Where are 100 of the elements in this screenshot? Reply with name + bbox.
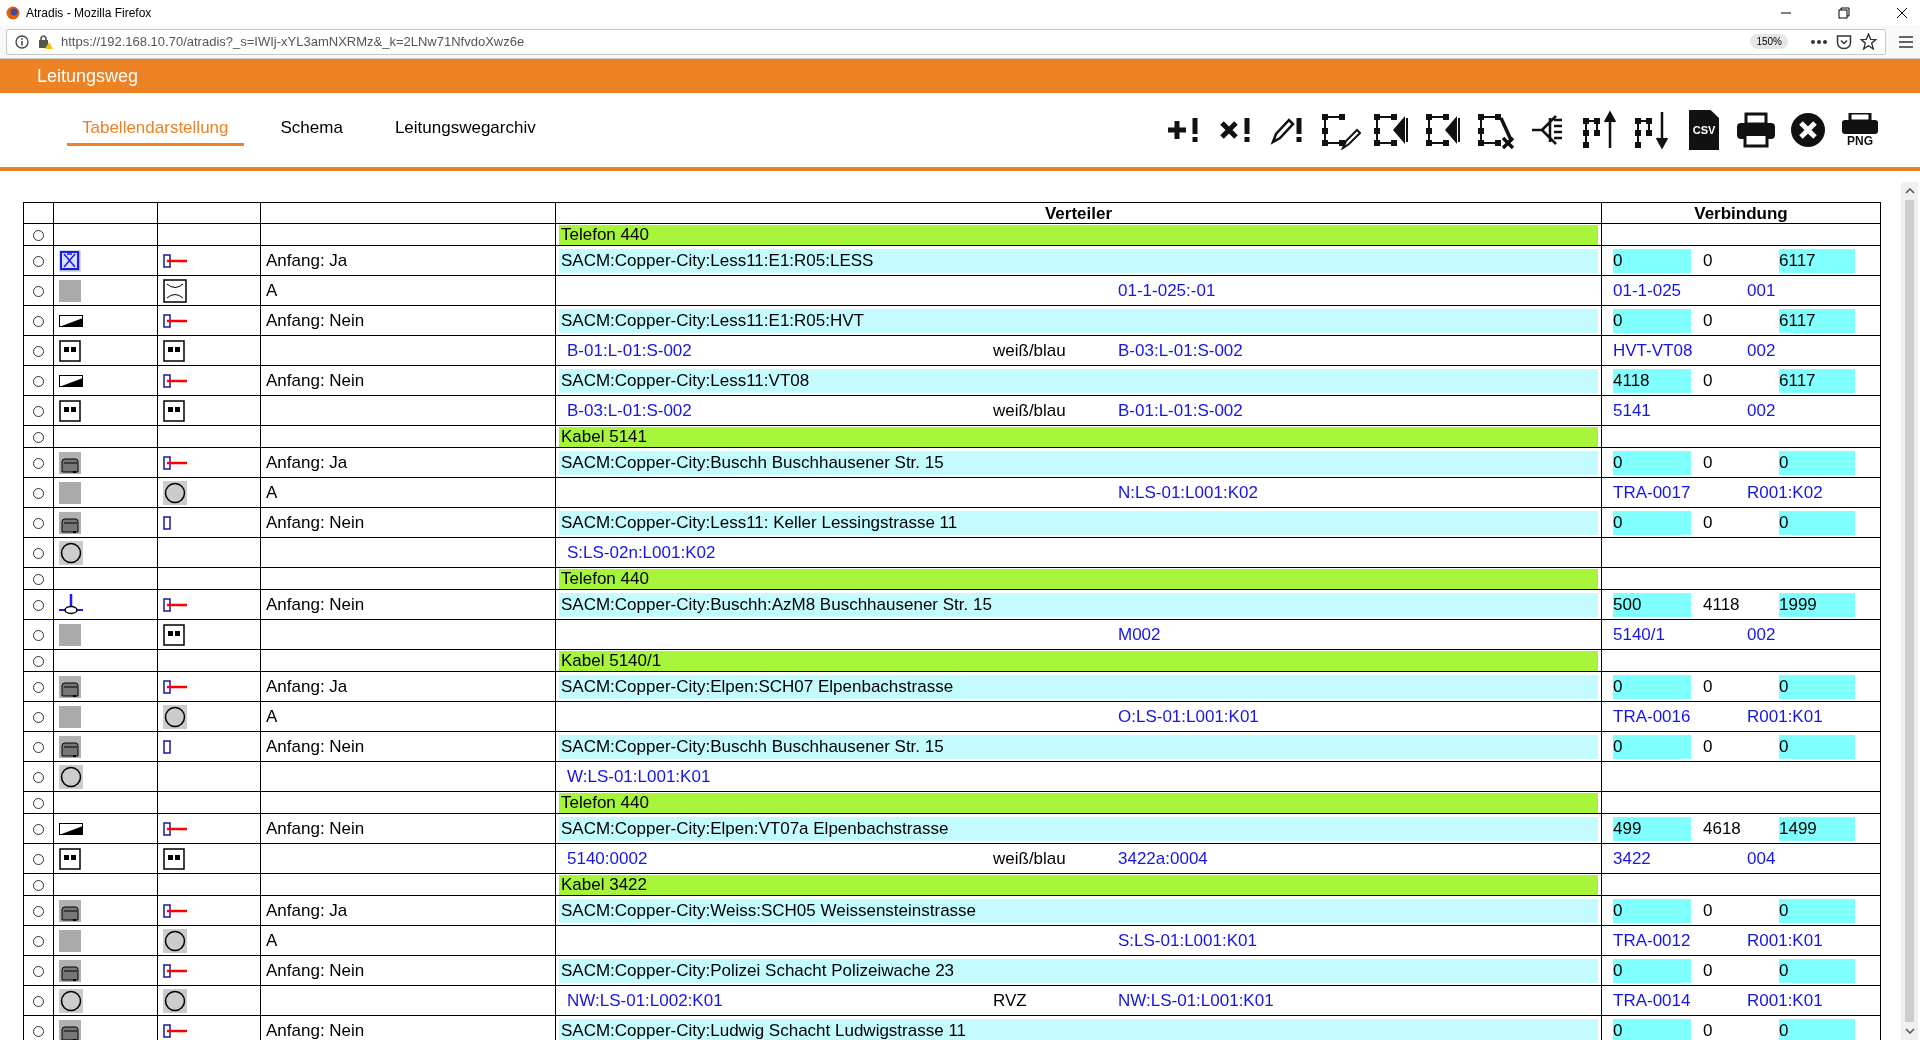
distributor-name: SACM:Copper-City:Less11: Keller Lessingstrasse 11 [559, 510, 1598, 535]
star-icon[interactable] [1860, 33, 1877, 50]
connection-value: 6117 [1779, 248, 1855, 273]
connection-link[interactable]: 5141 [1613, 400, 1747, 421]
port-link[interactable]: B-03:L-01:S-002 [567, 400, 692, 420]
blank-tile-icon [59, 279, 81, 302]
connection-value: 0 [1702, 899, 1714, 922]
close-icon [1789, 111, 1827, 149]
tab[interactable]: Leitungswegarchiv [379, 114, 551, 146]
tab[interactable]: Schema [265, 114, 358, 146]
circle-icon [59, 988, 83, 1013]
connection-link[interactable]: TRA-0016 [1613, 706, 1747, 727]
port-link[interactable]: 3422a:0004 [1118, 848, 1208, 868]
socket-icon [163, 847, 185, 870]
row-label: A [266, 280, 278, 300]
connection-link[interactable]: 001 [1747, 280, 1880, 301]
row-label: Anfang: Nein [266, 736, 365, 756]
port-link[interactable]: 5140:0002 [567, 848, 648, 868]
more-icon[interactable] [1810, 38, 1828, 45]
png-export-button[interactable]: PNG [1838, 108, 1882, 152]
connection-link[interactable]: R001:K01 [1747, 930, 1880, 951]
port-link[interactable]: B-01:L-01:S-002 [567, 340, 692, 360]
socket-icon [163, 623, 185, 646]
circle-icon [163, 988, 187, 1013]
connection-value: 500 [1613, 592, 1691, 617]
socket-icon [163, 339, 185, 362]
connection-value: 0 [1702, 451, 1714, 474]
distributor-name: SACM:Copper-City:Less11:E1:R05:LESS [559, 248, 1598, 273]
connection-link[interactable]: 01-1-025 [1613, 280, 1747, 301]
connection-value: 0 [1702, 959, 1714, 982]
connection-value: 0 [1613, 734, 1691, 759]
pocket-icon[interactable] [1836, 33, 1852, 50]
connection-link[interactable]: TRA-0014 [1613, 990, 1747, 1011]
connector-icon [163, 597, 187, 612]
port-link[interactable]: NW:LS-01:L002:K01 [567, 990, 723, 1010]
connection-value: 0 [1779, 450, 1855, 475]
connection-link[interactable]: 3422 [1613, 848, 1747, 869]
scroll-up-icon[interactable] [1904, 188, 1915, 194]
connection-value: 6117 [1779, 308, 1855, 333]
socket-icon [59, 339, 81, 362]
connection-value: 0 [1613, 450, 1691, 475]
connection-link[interactable]: R001:K01 [1747, 990, 1880, 1011]
connector-icon [163, 963, 187, 978]
port-link[interactable]: M002 [1118, 624, 1161, 644]
zoom-badge[interactable]: 150% [1750, 34, 1788, 49]
row-label: Anfang: Nein [266, 370, 365, 390]
address-bar[interactable]: https://192.168.10.70/atradis?_s=IWIj-xYL3amNXRMz&_k=2LNw71NfvdoXwz6e 150% [6, 28, 1886, 55]
connection-link[interactable]: 5140/1 [1613, 624, 1747, 645]
row-label: Anfang: Nein [266, 512, 365, 532]
url-text: https://192.168.10.70/atradis?_s=IWIj-xYL3amNXRMz&_k=2LNw71NfvdoXwz6e [61, 34, 525, 49]
close-icon[interactable] [1896, 6, 1908, 19]
connection-link[interactable]: 002 [1747, 400, 1880, 421]
scrollbar-thumb[interactable] [1905, 200, 1914, 1022]
connection-link[interactable]: TRA-0012 [1613, 930, 1747, 951]
circle-icon [163, 480, 187, 505]
window-title: Atradis - Mozilla Firefox [26, 5, 152, 20]
manhole-icon [59, 1019, 81, 1040]
connection-link[interactable]: HVT-VT08 [1613, 340, 1747, 361]
connection-value: 4118 [1702, 593, 1741, 616]
connection-value: 1999 [1779, 592, 1855, 617]
group-title: Telefon 440 [559, 568, 1598, 589]
port-link[interactable]: S:LS-02n:L001:K02 [567, 542, 716, 562]
row-label: Anfang: Ja [266, 900, 348, 920]
connection-value: 0 [1779, 674, 1855, 699]
connection-link[interactable]: R001:K01 [1747, 706, 1880, 727]
menu-icon[interactable] [1898, 34, 1914, 49]
row-label: Anfang: Nein [266, 818, 365, 838]
port-link[interactable]: B-03:L-01:S-002 [1118, 340, 1243, 360]
connection-link[interactable]: 004 [1747, 848, 1880, 869]
connector-icon [163, 903, 187, 918]
connection-link[interactable]: 002 [1747, 340, 1880, 361]
info-icon[interactable] [15, 34, 29, 49]
connection-value: 0 [1702, 1019, 1714, 1040]
connection-link[interactable]: TRA-0017 [1613, 482, 1747, 503]
port-link[interactable]: 01-1-025:-01 [1118, 280, 1216, 300]
port-link[interactable]: O:LS-01:L001:K01 [1118, 706, 1259, 726]
scroll-down-icon[interactable] [1904, 1028, 1915, 1034]
connector-icon [163, 373, 187, 388]
connector-icon [163, 313, 187, 328]
restore-icon[interactable] [1838, 6, 1850, 19]
distributor-name: SACM:Copper-City:Less11:E1:R05:HVT [559, 308, 1598, 333]
manhole-icon [59, 675, 81, 698]
connection-link[interactable]: 002 [1747, 624, 1880, 645]
connection-value: 0 [1702, 511, 1714, 534]
port-link[interactable]: NW:LS-01:L001:K01 [1118, 990, 1274, 1010]
lock-warning-icon[interactable] [37, 33, 53, 50]
port-link[interactable]: W:LS-01:L001:K01 [567, 766, 711, 786]
connection-link[interactable]: R001:K02 [1747, 482, 1880, 503]
app-title: Leitungsweg [37, 65, 139, 87]
distributor-name: SACM:Copper-City:Elpen:VT07a Elpenbachstrasse [559, 816, 1598, 841]
connection-value: 0 [1702, 675, 1714, 698]
scrollbar[interactable] [1901, 182, 1918, 1040]
distributor-name: SACM:Copper-City:Buschh Buschhausener Str. 15 [559, 450, 1598, 475]
connection-value: 4118 [1613, 368, 1691, 393]
blank-tile-icon [59, 929, 81, 952]
manhole-icon [59, 735, 81, 758]
port-link[interactable]: S:LS-01:L001:K01 [1118, 930, 1257, 950]
port-link[interactable]: B-01:L-01:S-002 [1118, 400, 1243, 420]
port-link[interactable]: N:LS-01:L001:K02 [1118, 482, 1258, 502]
row-label: Anfang: Ja [266, 676, 348, 696]
